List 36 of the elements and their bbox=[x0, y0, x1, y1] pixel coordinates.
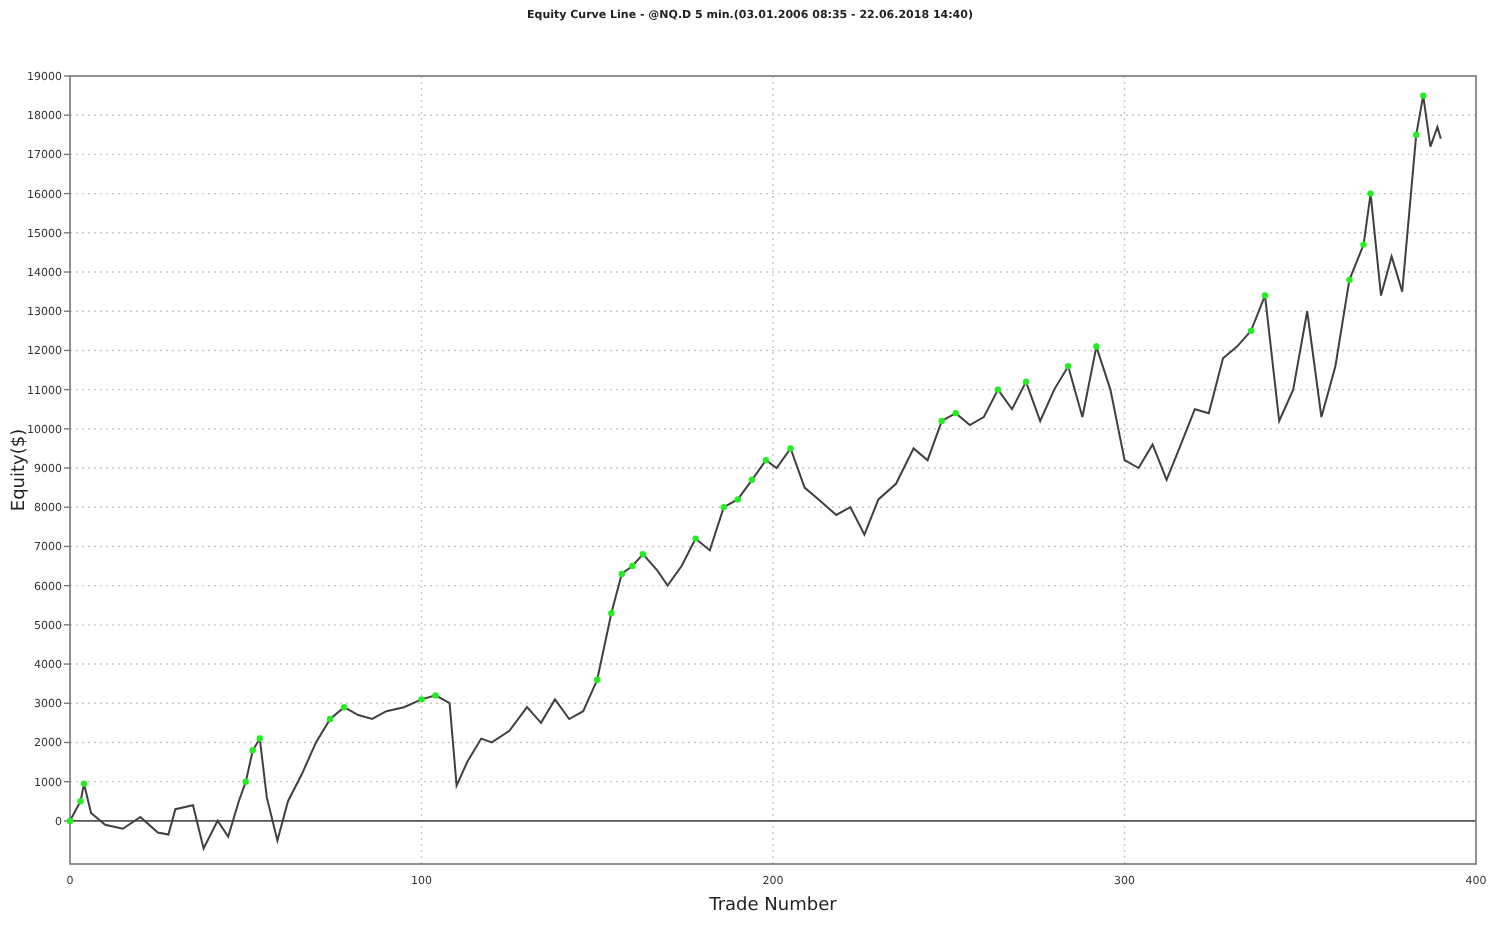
new-high-marker bbox=[748, 476, 756, 483]
new-high-marker bbox=[618, 570, 626, 578]
new-high-marker bbox=[418, 696, 425, 703]
new-high-marker bbox=[1247, 327, 1255, 335]
new-high-marker bbox=[1420, 92, 1427, 99]
new-high-marker bbox=[1360, 241, 1367, 248]
new-high-marker bbox=[1413, 131, 1420, 138]
new-high-marker bbox=[1346, 276, 1353, 284]
x-axis-title: Trade Number bbox=[709, 896, 837, 916]
new-high-marker bbox=[256, 735, 263, 742]
new-high-marker bbox=[594, 676, 601, 683]
new-high-marker bbox=[326, 715, 334, 723]
new-high-marker bbox=[994, 386, 1002, 393]
new-high-marker bbox=[1367, 190, 1374, 197]
new-high-marker bbox=[432, 692, 439, 699]
new-high-marker bbox=[1022, 378, 1030, 385]
new-high-marker bbox=[639, 551, 647, 558]
new-high-marker bbox=[1261, 292, 1269, 299]
new-high-marker bbox=[1065, 362, 1072, 370]
new-high-marker bbox=[77, 798, 84, 805]
new-high-marker bbox=[734, 496, 742, 503]
new-high-marker bbox=[66, 817, 74, 825]
new-high-marker bbox=[608, 609, 615, 617]
new-high-marker bbox=[762, 457, 770, 464]
new-high-marker bbox=[1093, 343, 1100, 350]
new-high-marker bbox=[720, 504, 727, 511]
new-high-marker bbox=[629, 562, 636, 570]
new-high-marker bbox=[340, 704, 348, 711]
new-high-marker bbox=[692, 535, 699, 542]
new-high-marker bbox=[80, 780, 88, 787]
new-high-marker bbox=[249, 747, 256, 754]
y-axis-title: Equity($) bbox=[10, 428, 30, 512]
new-high-marker bbox=[952, 409, 959, 417]
new-high-marker bbox=[787, 445, 794, 452]
new-high-marker bbox=[938, 417, 945, 425]
new-high-marker bbox=[242, 778, 249, 785]
